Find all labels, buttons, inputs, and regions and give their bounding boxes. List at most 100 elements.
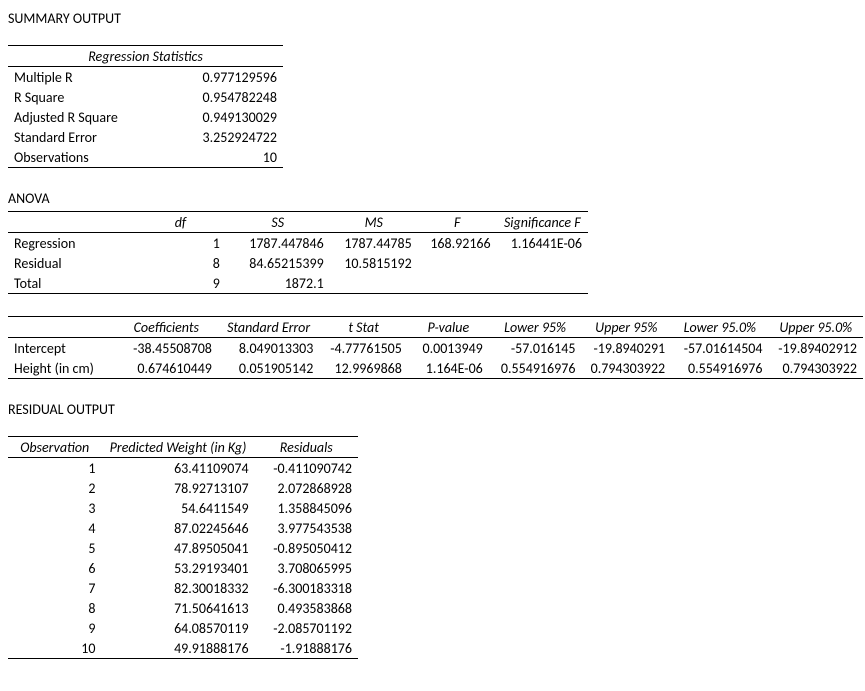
- resid-res: 0.493583868: [255, 598, 358, 618]
- anova-f: [418, 273, 497, 294]
- resid-header-obs: Observation: [8, 437, 101, 458]
- table-row: Height (in cm) 0.674610449 0.051905142 1…: [8, 358, 863, 379]
- resid-pred: 64.08570119: [101, 618, 254, 638]
- anova-header-df: df: [135, 212, 226, 233]
- anova-ss: 84.65215399: [226, 253, 330, 273]
- stat-value: 0.949130029: [184, 107, 283, 127]
- resid-pred: 47.89505041: [101, 538, 254, 558]
- resid-obs: 2: [8, 478, 101, 498]
- table-row: Multiple R 0.977129596: [8, 67, 283, 88]
- resid-res: -0.411090742: [255, 458, 358, 479]
- coef-header-coef: Coefficients: [115, 317, 218, 338]
- resid-header-pred: Predicted Weight (in Kg): [101, 437, 254, 458]
- stat-label: Observations: [8, 147, 184, 168]
- coef-header-u95: Upper 95%: [581, 317, 671, 338]
- coef-u95: 0.794303922: [581, 358, 671, 379]
- anova-title: ANOVA: [8, 190, 857, 207]
- stat-value: 10: [184, 147, 283, 168]
- resid-pred: 53.29193401: [101, 558, 254, 578]
- stat-value: 0.977129596: [184, 67, 283, 88]
- table-row: 163.41109074-0.411090742: [8, 458, 358, 479]
- anova-row-label: Total: [8, 273, 135, 294]
- table-row: Adjusted R Square 0.949130029: [8, 107, 283, 127]
- coefficients-table: Coefficients Standard Error t Stat P-val…: [8, 316, 863, 379]
- coef-header-t: t Stat: [319, 317, 408, 338]
- coef-label: Intercept: [8, 338, 115, 359]
- resid-obs: 10: [8, 638, 101, 659]
- anova-ss: 1787.447846: [226, 233, 330, 254]
- coef-p: 1.164E-06: [408, 358, 489, 379]
- anova-row-label: Residual: [8, 253, 135, 273]
- anova-header-ms: MS: [330, 212, 418, 233]
- coef-se: 0.051905142: [218, 358, 319, 379]
- coef-l95: -57.016145: [489, 338, 582, 359]
- anova-sigf: [497, 253, 588, 273]
- anova-f: 168.92166: [418, 233, 497, 254]
- coef-l950: 0.554916976: [671, 358, 768, 379]
- table-row: 871.506416130.493583868: [8, 598, 358, 618]
- resid-obs: 7: [8, 578, 101, 598]
- anova-df: 9: [135, 273, 226, 294]
- coef-u950: -19.89402912: [768, 338, 863, 359]
- resid-res: 3.708065995: [255, 558, 358, 578]
- table-row: 278.927131072.072868928: [8, 478, 358, 498]
- table-row: Intercept -38.45508708 8.049013303 -4.77…: [8, 338, 863, 359]
- resid-obs: 6: [8, 558, 101, 578]
- resid-pred: 49.91888176: [101, 638, 254, 659]
- anova-df: 1: [135, 233, 226, 254]
- table-row: Residual 8 84.65215399 10.5815192: [8, 253, 588, 273]
- resid-res: 3.977543538: [255, 518, 358, 538]
- resid-res: 1.358845096: [255, 498, 358, 518]
- coef-p: 0.0013949: [408, 338, 489, 359]
- resid-pred: 87.02245646: [101, 518, 254, 538]
- table-row: 1049.91888176-1.91888176: [8, 638, 358, 659]
- table-row: R Square 0.954782248: [8, 87, 283, 107]
- reg-stats-header: Regression Statistics: [8, 46, 283, 67]
- anova-f: [418, 253, 497, 273]
- anova-sigf: 1.16441E-06: [497, 233, 588, 254]
- coef-u950: 0.794303922: [768, 358, 863, 379]
- resid-res: -6.300183318: [255, 578, 358, 598]
- resid-res: -1.91888176: [255, 638, 358, 659]
- stat-value: 3.252924722: [184, 127, 283, 147]
- table-row: Observations 10: [8, 147, 283, 168]
- anova-header-ss: SS: [226, 212, 330, 233]
- resid-header-res: Residuals: [255, 437, 358, 458]
- coef-l95: 0.554916976: [489, 358, 582, 379]
- table-row: 964.08570119-2.085701192: [8, 618, 358, 638]
- coef-value: 0.674610449: [115, 358, 218, 379]
- anova-header-sigf: Significance F: [497, 212, 588, 233]
- coef-header-l95: Lower 95%: [489, 317, 582, 338]
- anova-header-f: F: [418, 212, 497, 233]
- resid-pred: 78.92713107: [101, 478, 254, 498]
- coef-l950: -57.01614504: [671, 338, 768, 359]
- anova-ms: [330, 273, 418, 294]
- coef-t: -4.77761505: [319, 338, 408, 359]
- coef-t: 12.9969868: [319, 358, 408, 379]
- stat-label: Multiple R: [8, 67, 184, 88]
- resid-pred: 54.6411549: [101, 498, 254, 518]
- resid-pred: 82.30018332: [101, 578, 254, 598]
- resid-res: 2.072868928: [255, 478, 358, 498]
- resid-obs: 3: [8, 498, 101, 518]
- regression-statistics-table: Regression Statistics Multiple R 0.97712…: [8, 45, 283, 168]
- resid-pred: 63.41109074: [101, 458, 254, 479]
- resid-res: -0.895050412: [255, 538, 358, 558]
- resid-obs: 9: [8, 618, 101, 638]
- stat-label: R Square: [8, 87, 184, 107]
- table-row: Total 9 1872.1: [8, 273, 588, 294]
- anova-row-label: Regression: [8, 233, 135, 254]
- resid-pred: 71.50641613: [101, 598, 254, 618]
- summary-output-title: SUMMARY OUTPUT: [8, 10, 857, 27]
- stat-label: Adjusted R Square: [8, 107, 184, 127]
- anova-ss: 1872.1: [226, 273, 330, 294]
- stat-value: 0.954782248: [184, 87, 283, 107]
- table-row: 653.291934013.708065995: [8, 558, 358, 578]
- anova-table: df SS MS F Significance F Regression 1 1…: [8, 211, 588, 294]
- anova-header-blank: [8, 212, 135, 233]
- table-row: 782.30018332-6.300183318: [8, 578, 358, 598]
- residual-output-title: RESIDUAL OUTPUT: [8, 401, 857, 418]
- coef-value: -38.45508708: [115, 338, 218, 359]
- anova-df: 8: [135, 253, 226, 273]
- anova-ms: 1787.44785: [330, 233, 418, 254]
